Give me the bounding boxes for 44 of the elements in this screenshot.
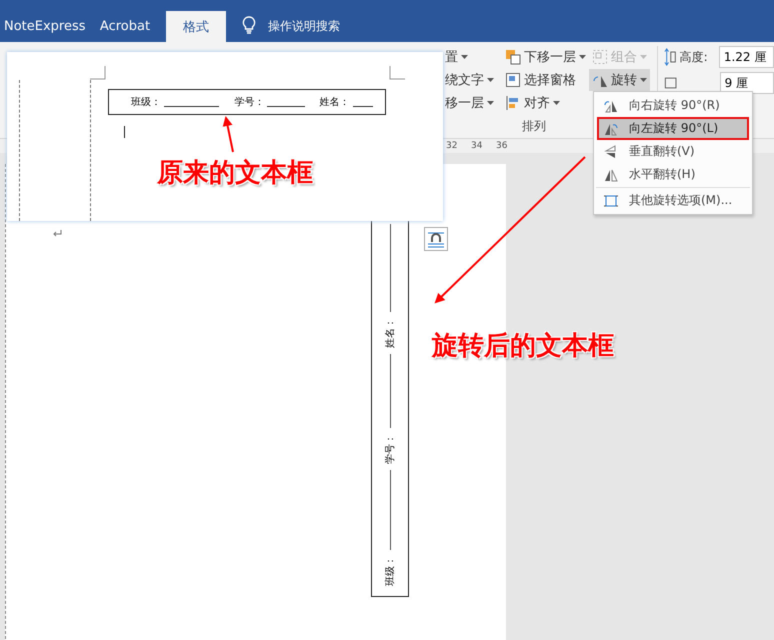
ribbon-button[interactable]: 下移一层 [502, 46, 590, 68]
menu-item[interactable]: 其他旋转选项(M)... [597, 189, 749, 212]
width-field[interactable]: 9 厘 [720, 72, 774, 94]
height-field[interactable]: 1.22 厘 [718, 46, 774, 68]
pane-icon [505, 72, 522, 88]
ribbon-button[interactable]: 旋转 [589, 69, 650, 91]
paragraph-mark-icon [53, 230, 62, 237]
ribbon-button[interactable]: 移一层 [445, 92, 496, 114]
page-corner-mark [389, 66, 405, 80]
field-label: 学号： [234, 96, 264, 109]
ribbon-button[interactable]: 置 [445, 46, 470, 68]
rotation-options-icon [603, 192, 619, 208]
page-corner-mark [90, 66, 106, 80]
menu-item[interactable]: 水平翻转(H) [597, 163, 749, 186]
field-label: 班级： [384, 556, 397, 586]
ribbon-tab[interactable]: Acrobat [84, 11, 166, 42]
menu-item[interactable]: 向左旋转 90°(L) [597, 117, 749, 140]
menu-item[interactable]: 垂直翻转(V) [597, 140, 749, 163]
ribbon-button[interactable]: 对齐 [502, 92, 564, 114]
ribbon-button[interactable]: 选择窗格 [502, 69, 580, 91]
height-label: 高度: [680, 48, 709, 66]
ruler-number: 34 [471, 140, 484, 153]
group-icon [592, 49, 608, 65]
arrow [222, 116, 234, 152]
height-icon [664, 47, 677, 67]
group-label: 排列 [522, 118, 546, 135]
field-label: 学号： [384, 434, 397, 464]
ruler-number: 32 [446, 140, 458, 153]
annotation-text: 原来的文本框 [157, 157, 313, 190]
menu-item[interactable]: 向右旋转 90°(R) [597, 94, 749, 117]
field-label: 姓名： [384, 318, 397, 348]
annotation-text: 旋转后的文本框 [432, 330, 614, 363]
lightbulb-icon [242, 16, 256, 34]
search-label[interactable]: 操作说明搜索 [268, 11, 340, 42]
ribbon-tab[interactable]: NoteExpress [0, 11, 84, 42]
ribbon-button[interactable]: 绕文字 [445, 69, 496, 91]
field-label: 姓名： [320, 96, 350, 109]
ruler-number: 36 [496, 140, 508, 153]
text-cursor [124, 126, 125, 138]
ribbon-tab[interactable]: 格式 [166, 11, 226, 42]
field-label: 班级： [131, 96, 161, 109]
layout-options-icon[interactable] [424, 227, 448, 251]
send-backward-icon [505, 49, 522, 65]
width-icon [664, 76, 678, 90]
